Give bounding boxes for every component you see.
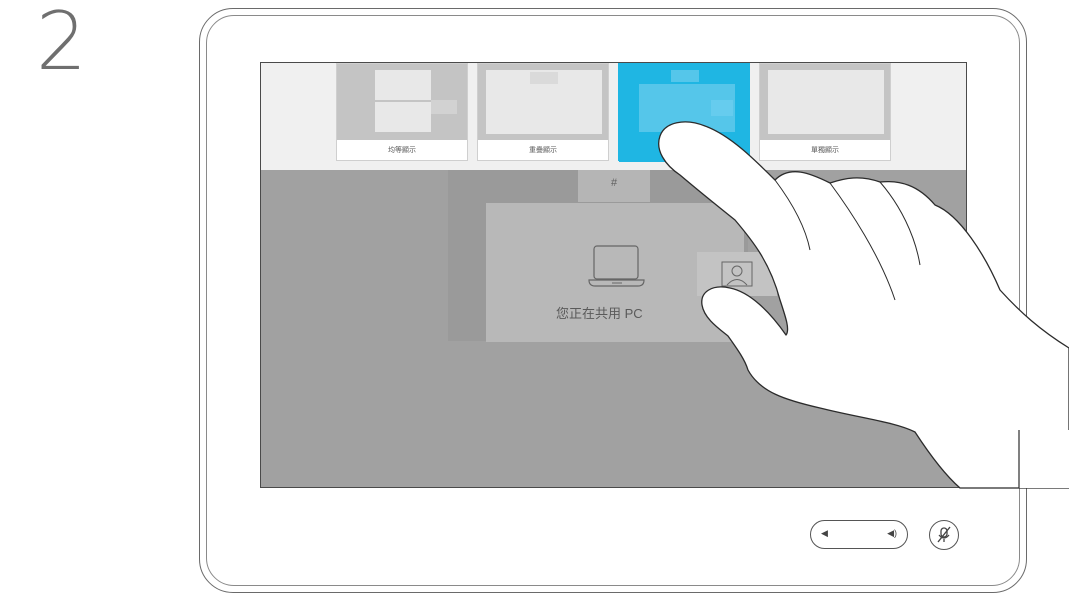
- share-status-text: 您正在共用 PC: [556, 306, 643, 321]
- person-icon: [721, 261, 753, 287]
- layout-option-equal[interactable]: 均等顯示: [336, 63, 468, 161]
- layout-selector-bar: 均等顯示 重疊顯示 單獨顯示: [261, 63, 966, 170]
- mute-button[interactable]: [929, 520, 959, 550]
- layout-option-label: 重疊顯示: [529, 147, 557, 154]
- self-view[interactable]: [697, 252, 777, 296]
- layout-thumbnail: [619, 64, 749, 162]
- step-number: 2: [36, 0, 87, 88]
- layout-option-label: 均等顯示: [388, 147, 416, 154]
- layout-thumbnail: [760, 64, 890, 140]
- microphone-muted-icon: [937, 526, 951, 543]
- layout-thumbnail: [478, 64, 608, 140]
- laptop-icon: [588, 245, 645, 287]
- call-screen: # 您正在共用 PC 均等顯示 重疊顯示 單獨顯示: [260, 62, 967, 488]
- layout-thumbnail: [337, 64, 467, 140]
- layout-option-overlay[interactable]: 重疊顯示: [477, 63, 609, 161]
- volume-up-icon[interactable]: ◀): [887, 528, 897, 539]
- keypad-tab[interactable]: #: [578, 170, 650, 202]
- volume-down-icon[interactable]: ◀: [821, 528, 828, 539]
- layout-option-single[interactable]: 單獨顯示: [759, 63, 891, 161]
- layout-option-prominent[interactable]: [618, 63, 750, 162]
- layout-option-label: 單獨顯示: [811, 147, 839, 154]
- volume-control[interactable]: ◀ ◀): [810, 520, 908, 549]
